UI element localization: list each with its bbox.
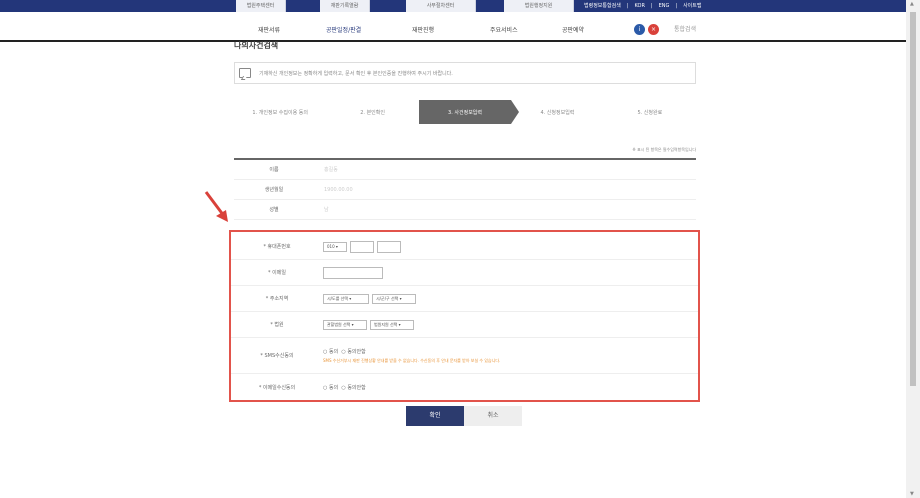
info-row: 이름 홍길동 <box>234 160 696 180</box>
cancel-button[interactable]: 취소 <box>464 406 522 426</box>
step-item: 2. 본인확인 <box>360 109 385 116</box>
email-input[interactable] <box>323 266 383 279</box>
info-value: 남 <box>324 207 329 213</box>
page-title: 나의사건검색 <box>234 41 279 50</box>
nav-item[interactable]: 재판진행 <box>412 25 434 34</box>
address-district-select[interactable]: 시/군/구 선택 ▾ <box>372 293 416 304</box>
radio-icon[interactable]: ○ <box>323 385 327 391</box>
email-disagree[interactable]: 동의안함 <box>347 385 365 391</box>
info-icon[interactable]: i <box>634 24 645 35</box>
address-city-select[interactable]: 시/도를 선택 ▾ <box>323 293 369 304</box>
util-link[interactable]: ENG <box>659 0 670 12</box>
util-link[interactable]: KOR <box>635 0 645 12</box>
sms-agree[interactable]: 동의 <box>329 349 338 355</box>
scrollbar-thumb[interactable] <box>910 12 916 386</box>
speech-bubble-icon <box>239 68 251 78</box>
scroll-up-icon[interactable]: ▲ <box>910 1 914 7</box>
phone-middle-input[interactable] <box>350 240 374 253</box>
nav-item[interactable]: 공판예약 <box>562 25 584 34</box>
confirm-button[interactable]: 확인 <box>406 406 464 426</box>
required-note: ※ 표시 된 항목은 필수입력항목입니다 <box>632 147 696 152</box>
button-group: 확인 취소 <box>406 406 522 426</box>
sms-disagree[interactable]: 동의안함 <box>347 349 365 355</box>
step-item: 5. 신청완료 <box>637 109 663 116</box>
address-label: * 주소지역 <box>265 296 289 302</box>
close-icon[interactable]: × <box>648 24 659 35</box>
nav-item[interactable]: 주요서비스 <box>490 25 518 34</box>
radio-icon[interactable]: ○ <box>341 385 345 391</box>
info-row: 생년월일 1900.00.00 <box>234 180 696 200</box>
step-item: 4. 신청정보입력 <box>540 109 575 116</box>
step-item: 1. 개인정보 수집이용 동의 <box>252 109 308 116</box>
court-label: * 법원 <box>270 322 284 328</box>
phone-last-input[interactable] <box>377 240 401 253</box>
sms-radio-group: ○ 동의 ○ 동의안함 <box>323 348 500 355</box>
top-bar: 법원주택센터 재판기록열람 사무절차센터 법원행정지원 법령정보통합검색 | K… <box>0 0 906 12</box>
form-row-email-consent: * 이메일수신동의 ○ 동의 ○ 동의안함 <box>231 374 698 400</box>
site-tab[interactable]: 사무절차센터 <box>406 0 476 12</box>
util-link[interactable]: 사이트맵 <box>683 0 701 12</box>
info-row: 성별 남 <box>234 200 696 220</box>
sms-warning: SMS 수신거부시 재판 진행상황 안내를 받을 수 없습니다. 수신동의 후 … <box>323 357 501 363</box>
info-label: 이름 <box>269 167 279 173</box>
info-value: 홍길동 <box>324 167 338 173</box>
info-value: 1900.00.00 <box>324 186 353 193</box>
radio-icon[interactable]: ○ <box>341 349 345 355</box>
email-label: * 이메일 <box>268 270 286 276</box>
nav-item-active[interactable]: 공판일정/판결 <box>326 25 361 34</box>
main-nav: 재판서류 공판일정/판결 재판진행 주요서비스 공판예약 i × 통합검색 <box>0 18 906 42</box>
sms-label: * SMS수신동의 <box>260 353 294 359</box>
nav-item[interactable]: 재판서류 <box>258 25 280 34</box>
util-link[interactable]: 법령정보통합검색 <box>584 0 621 12</box>
scroll-down-icon[interactable]: ▼ <box>910 491 914 497</box>
form-row-phone: * 휴대폰번호 010 ▾ <box>231 234 698 260</box>
input-form: * 휴대폰번호 010 ▾ * 이메일 * 주소지역 시/도를 선택 ▾ 시/군… <box>229 230 700 402</box>
email-consent-radio-group: ○ 동의 ○ 동의안함 <box>323 384 366 391</box>
form-row-email: * 이메일 <box>231 260 698 286</box>
email-consent-label: * 이메일수신동의 <box>258 384 296 391</box>
form-row-address: * 주소지역 시/도를 선택 ▾ 시/군/구 선택 ▾ <box>231 286 698 312</box>
phone-prefix-select[interactable]: 010 ▾ <box>323 241 347 252</box>
notice-box: 기재하신 개인정보는 정확하게 입력하고, 문서 확인 후 본인인증을 진행하여… <box>234 62 696 84</box>
info-label: 생년월일 <box>264 187 284 193</box>
email-agree[interactable]: 동의 <box>329 385 338 391</box>
step-indicator: 1. 개인정보 수집이용 동의 2. 본인확인 3. 사건정보입력 4. 신청정… <box>234 100 696 124</box>
step-item-active: 3. 사건정보입력 <box>418 100 520 124</box>
site-tab[interactable]: 법원행정지원 <box>504 0 574 12</box>
notice-text: 기재하신 개인정보는 정확하게 입력하고, 문서 확인 후 본인인증을 진행하여… <box>259 70 453 77</box>
site-tab[interactable]: 법원주택센터 <box>236 0 286 12</box>
site-tab[interactable]: 재판기록열람 <box>320 0 370 12</box>
phone-label: * 휴대폰번호 <box>263 244 291 250</box>
info-label: 성별 <box>269 207 279 213</box>
form-row-sms: * SMS수신동의 ○ 동의 ○ 동의안함 SMS 수신거부시 재판 진행상황 … <box>231 338 698 374</box>
radio-icon[interactable]: ○ <box>323 349 327 355</box>
red-arrow-icon <box>204 191 228 222</box>
scrollbar[interactable]: ▲ ▼ <box>906 0 920 498</box>
util-links: 법령정보통합검색 | KOR | ENG | 사이트맵 <box>584 0 701 12</box>
form-row-court: * 법원 관할법원 선택 ▾ 법원지원 선택 ▾ <box>231 312 698 338</box>
info-table: 이름 홍길동 생년월일 1900.00.00 성별 남 <box>234 158 696 220</box>
search-link[interactable]: 통합검색 <box>674 24 696 33</box>
court-select[interactable]: 관할법원 선택 ▾ <box>323 319 367 330</box>
court-branch-select[interactable]: 법원지원 선택 ▾ <box>370 319 414 330</box>
